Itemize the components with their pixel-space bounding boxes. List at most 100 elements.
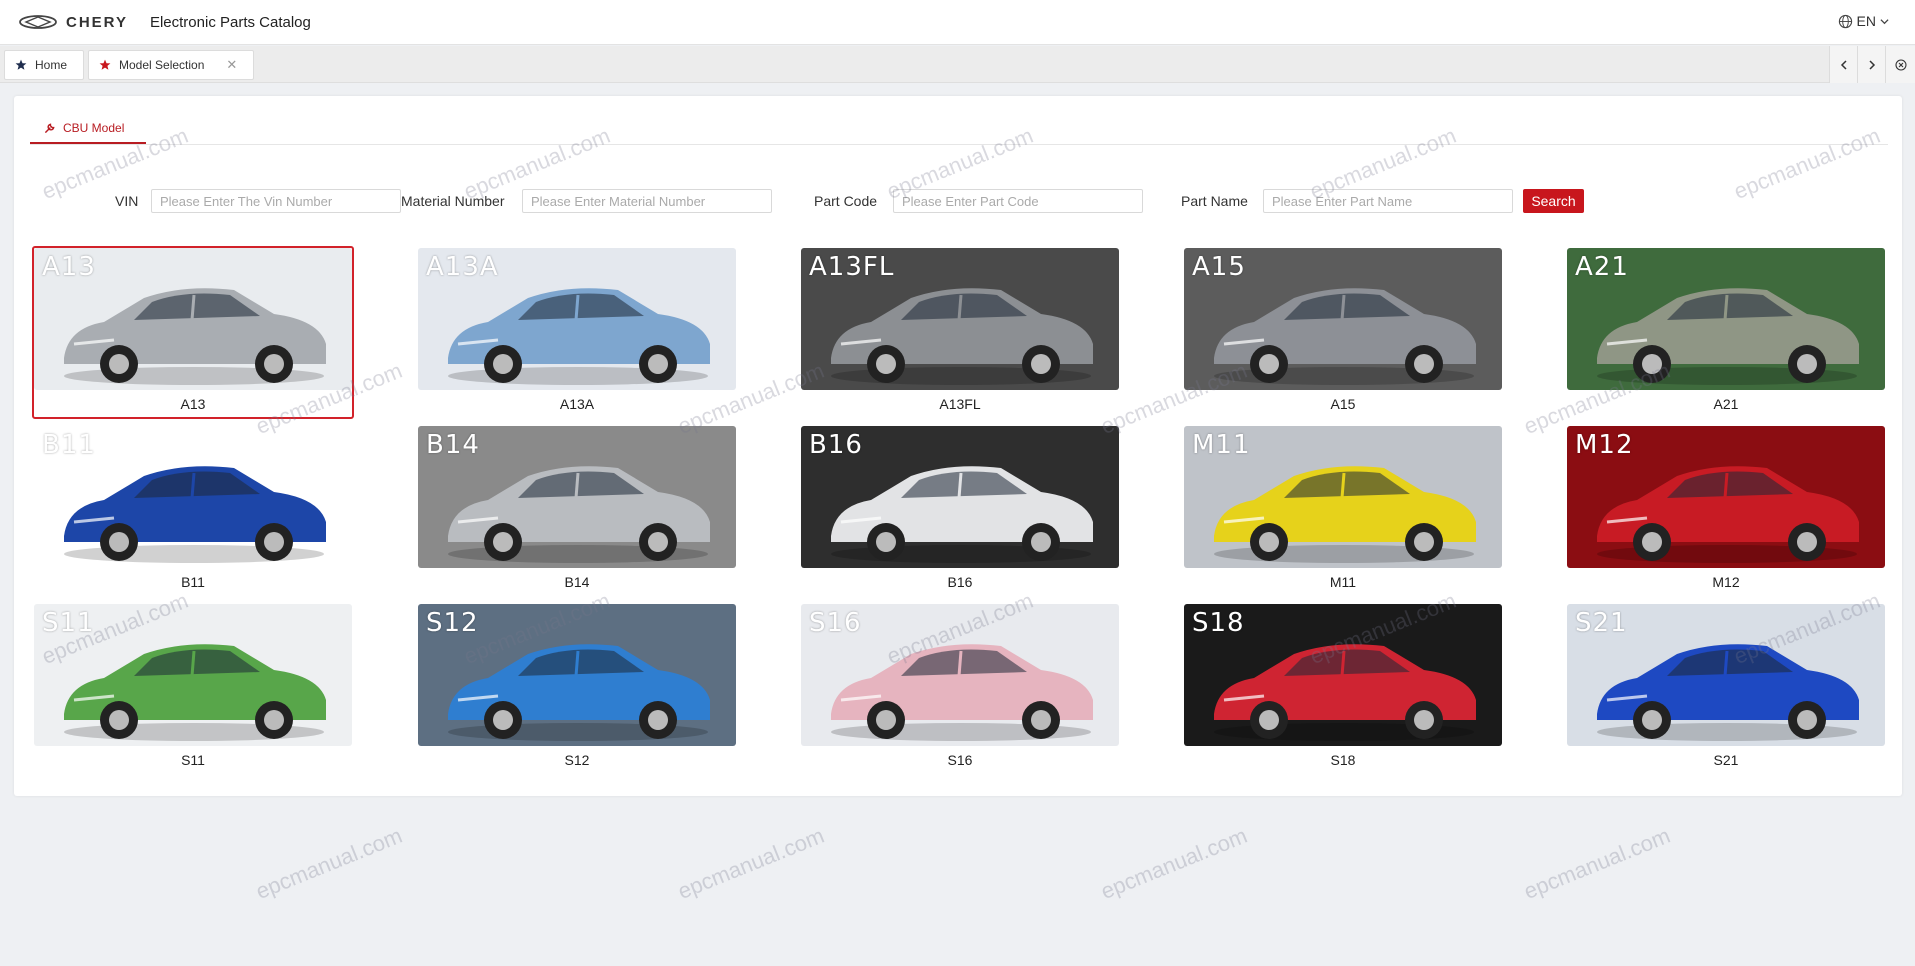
part-code-input[interactable] bbox=[893, 189, 1143, 213]
model-code-overlay: A13A bbox=[426, 252, 499, 282]
section-divider bbox=[30, 144, 1888, 145]
model-card-a13a[interactable]: A13A A13A bbox=[416, 246, 738, 419]
search-form: VIN Material Number Part Code Part Name … bbox=[14, 189, 1902, 213]
model-card-s21[interactable]: S21 S21 bbox=[1565, 602, 1887, 775]
tab-cbu-model[interactable]: CBU Model bbox=[30, 114, 146, 144]
model-label: B14 bbox=[564, 574, 590, 590]
model-label: A15 bbox=[1330, 396, 1356, 412]
model-label: M12 bbox=[1712, 574, 1740, 590]
model-code-overlay: B11 bbox=[42, 430, 96, 460]
watermark-text: epcmanual.com bbox=[674, 822, 828, 905]
tab-model-selection[interactable]: Model Selection ✕ bbox=[88, 50, 254, 80]
model-code-overlay: M11 bbox=[1192, 430, 1251, 460]
model-code-overlay: B16 bbox=[809, 430, 863, 460]
model-card-m12[interactable]: M12 M12 bbox=[1565, 424, 1887, 597]
tab-home[interactable]: Home bbox=[4, 50, 84, 80]
car-image[interactable]: B11 bbox=[34, 426, 352, 568]
vin-label: VIN bbox=[115, 193, 139, 209]
tab-scroll-left-button[interactable] bbox=[1829, 46, 1857, 83]
language-label: EN bbox=[1856, 13, 1876, 29]
tab-bar: Home Model Selection ✕ bbox=[0, 46, 1915, 83]
model-card-s16[interactable]: S16 S16 bbox=[799, 602, 1121, 775]
model-card-a13fl[interactable]: A13FL A13FL bbox=[799, 246, 1121, 419]
search-button[interactable]: Search bbox=[1523, 189, 1584, 213]
close-all-tabs-button[interactable] bbox=[1885, 46, 1915, 83]
model-card-a13[interactable]: A13 A13 bbox=[32, 246, 354, 419]
model-code-overlay: S12 bbox=[426, 608, 479, 638]
globe-icon bbox=[1838, 14, 1852, 28]
car-image[interactable]: S21 bbox=[1567, 604, 1885, 746]
model-card-s11[interactable]: S11 S11 bbox=[32, 602, 354, 775]
model-card-m11[interactable]: M11 M11 bbox=[1182, 424, 1504, 597]
part-name-input[interactable] bbox=[1263, 189, 1513, 213]
model-label: S16 bbox=[947, 752, 973, 768]
car-image[interactable]: S11 bbox=[34, 604, 352, 746]
chery-logo-icon bbox=[19, 15, 57, 29]
model-code-overlay: B14 bbox=[426, 430, 480, 460]
car-image[interactable]: S18 bbox=[1184, 604, 1502, 746]
model-card-a21[interactable]: A21 A21 bbox=[1565, 246, 1887, 419]
model-code-overlay: S16 bbox=[809, 608, 862, 638]
watermark-text: epcmanual.com bbox=[1520, 822, 1674, 905]
model-card-b11[interactable]: B11 B11 bbox=[32, 424, 354, 597]
car-image[interactable]: S16 bbox=[801, 604, 1119, 746]
chevron-right-icon bbox=[1868, 59, 1875, 70]
chevron-left-icon bbox=[1840, 59, 1847, 70]
tab-model-selection-label: Model Selection bbox=[119, 58, 205, 72]
app-header: CHERY Electronic Parts Catalog EN bbox=[0, 0, 1915, 45]
material-number-input[interactable] bbox=[522, 189, 772, 213]
language-selector[interactable]: EN bbox=[1838, 13, 1889, 29]
model-code-overlay: A21 bbox=[1575, 252, 1629, 282]
car-image[interactable]: S12 bbox=[418, 604, 736, 746]
model-code-overlay: A13FL bbox=[809, 252, 895, 282]
star-icon bbox=[99, 59, 111, 70]
model-card-s12[interactable]: S12 S12 bbox=[416, 602, 738, 775]
model-code-overlay: S11 bbox=[42, 608, 95, 638]
car-image[interactable]: A13 bbox=[34, 248, 352, 390]
model-label: A13FL bbox=[939, 396, 981, 412]
model-label: M11 bbox=[1329, 574, 1357, 590]
car-image[interactable]: B16 bbox=[801, 426, 1119, 568]
model-code-overlay: A15 bbox=[1192, 252, 1246, 282]
model-card-a15[interactable]: A15 A15 bbox=[1182, 246, 1504, 419]
chevron-down-icon bbox=[1880, 18, 1889, 24]
chery-logo[interactable]: CHERY bbox=[18, 14, 128, 31]
part-name-label: Part Name bbox=[1181, 193, 1248, 209]
car-image[interactable]: M12 bbox=[1567, 426, 1885, 568]
model-label: A21 bbox=[1713, 396, 1739, 412]
main-panel: CBU Model VIN Material Number Part Code … bbox=[14, 96, 1902, 796]
wrench-icon bbox=[45, 122, 55, 133]
star-icon bbox=[15, 59, 27, 70]
model-label: S21 bbox=[1713, 752, 1739, 768]
watermark-text: epcmanual.com bbox=[252, 822, 406, 905]
model-card-b16[interactable]: B16 B16 bbox=[799, 424, 1121, 597]
tab-scroll-right-button[interactable] bbox=[1857, 46, 1885, 83]
model-code-overlay: A13 bbox=[42, 252, 96, 282]
model-label: S12 bbox=[564, 752, 590, 768]
vin-input[interactable] bbox=[151, 189, 401, 213]
car-image[interactable]: A15 bbox=[1184, 248, 1502, 390]
part-code-label: Part Code bbox=[814, 193, 878, 209]
model-label: A13 bbox=[180, 396, 206, 412]
close-icon[interactable]: ✕ bbox=[226, 57, 237, 73]
circle-close-icon bbox=[1894, 58, 1907, 71]
model-code-overlay: S21 bbox=[1575, 608, 1628, 638]
car-image[interactable]: A21 bbox=[1567, 248, 1885, 390]
model-label: B16 bbox=[947, 574, 973, 590]
model-card-b14[interactable]: B14 B14 bbox=[416, 424, 738, 597]
model-card-s18[interactable]: S18 S18 bbox=[1182, 602, 1504, 775]
model-label: S11 bbox=[181, 752, 205, 768]
app-title: Electronic Parts Catalog bbox=[149, 13, 311, 31]
model-label: S18 bbox=[1330, 752, 1356, 768]
model-code-overlay: M12 bbox=[1575, 430, 1634, 460]
model-code-overlay: S18 bbox=[1192, 608, 1245, 638]
car-image[interactable]: A13A bbox=[418, 248, 736, 390]
car-image[interactable]: A13FL bbox=[801, 248, 1119, 390]
brand-name: CHERY bbox=[66, 13, 128, 31]
car-image[interactable]: B14 bbox=[418, 426, 736, 568]
material-number-label: Material Number bbox=[401, 193, 505, 209]
car-image[interactable]: M11 bbox=[1184, 426, 1502, 568]
tab-cbu-model-label: CBU Model bbox=[63, 121, 125, 135]
tab-home-label: Home bbox=[35, 58, 68, 72]
model-label: A13A bbox=[559, 396, 595, 412]
